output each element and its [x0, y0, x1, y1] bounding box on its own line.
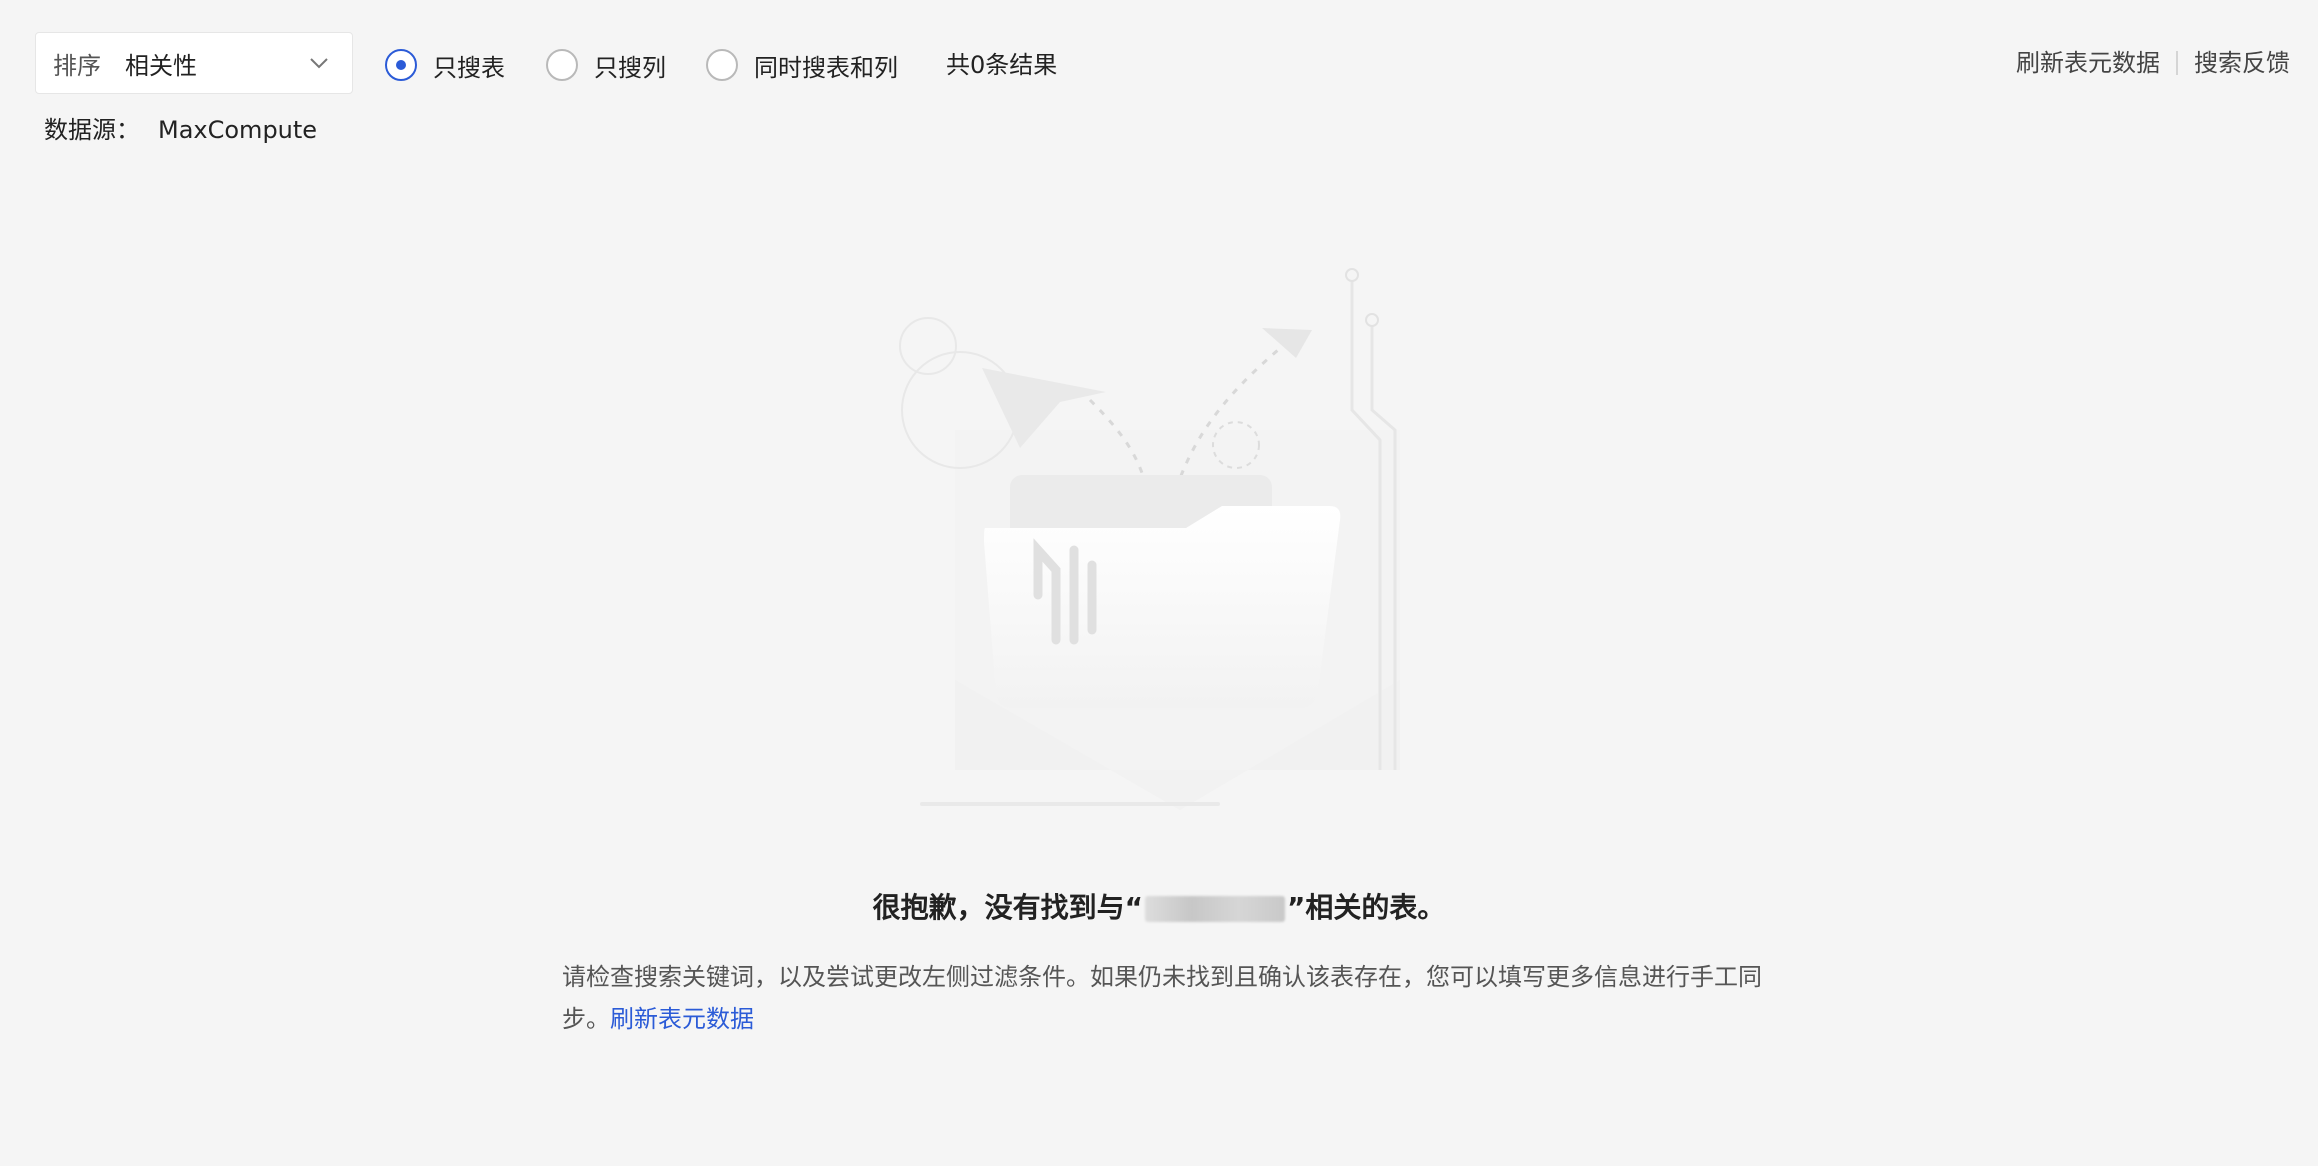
radio-label: 只搜表 [433, 53, 505, 82]
radio-search-tables[interactable]: 只搜表 [385, 48, 505, 82]
datasource-value: MaxCompute [158, 116, 318, 144]
divider [2176, 51, 2178, 75]
redacted-keyword [1145, 896, 1285, 922]
refresh-metadata-inline-link[interactable]: 刷新表元数据 [610, 1005, 754, 1033]
empty-state-description: 请检查搜索关键词，以及尝试更改左侧过滤条件。如果仍未找到且确认该表存在，您可以填… [562, 956, 1782, 1040]
title-prefix: 很抱歉，没有找到与“ [872, 891, 1143, 924]
radio-search-both[interactable]: 同时搜表和列 [706, 48, 898, 82]
radio-search-columns[interactable]: 只搜列 [546, 48, 666, 82]
empty-folder-illustration [899, 268, 1400, 810]
radio-circle[interactable] [385, 49, 417, 81]
sort-label: 排序 [53, 51, 101, 80]
title-suffix: ”相关的表。 [1287, 891, 1446, 924]
radio-circle[interactable] [706, 49, 738, 81]
radio-circle[interactable] [546, 49, 578, 81]
chevron-down-icon [310, 58, 328, 69]
search-feedback-link[interactable]: 搜索反馈 [2194, 46, 2290, 80]
empty-state-title: 很抱歉，没有找到与“ ”相关的表。 [0, 888, 2318, 928]
sort-select[interactable]: 排序 相关性 [35, 32, 353, 94]
top-links: 刷新表元数据 搜索反馈 [2016, 46, 2290, 80]
datasource: 数据源： MaxCompute [44, 113, 317, 147]
sort-value: 相关性 [125, 51, 197, 80]
refresh-metadata-link[interactable]: 刷新表元数据 [2016, 46, 2160, 80]
result-count: 共0条结果 [946, 51, 1058, 79]
datasource-label: 数据源： [44, 116, 140, 144]
search-toolbar: 排序 相关性 只搜表 只搜列 同时搜表和列 共0条结果 刷新表元数据 搜索反馈 … [0, 0, 2318, 144]
radio-label: 同时搜表和列 [754, 53, 898, 82]
radio-label: 只搜列 [594, 53, 666, 82]
